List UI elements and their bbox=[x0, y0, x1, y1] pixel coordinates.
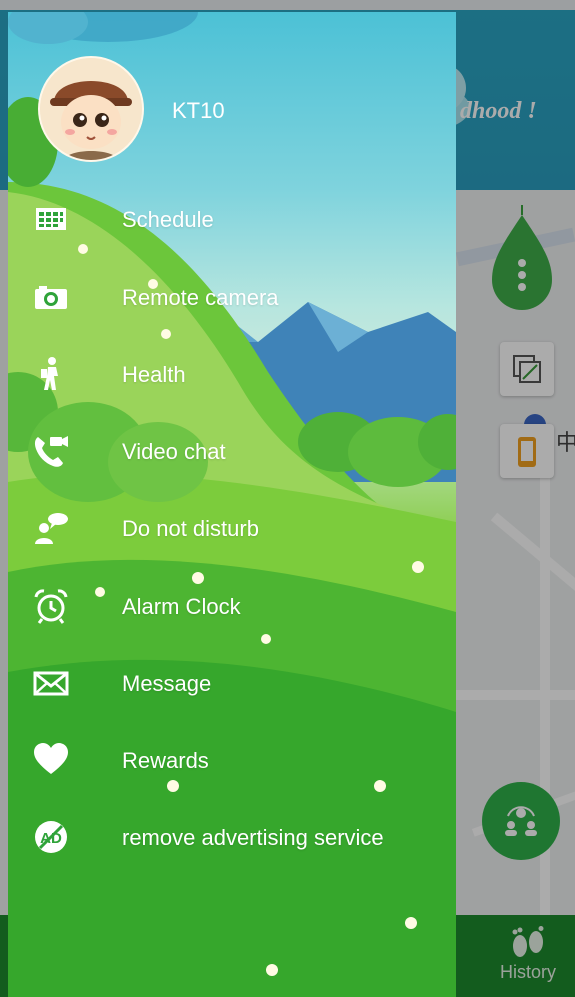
person-bubble-icon bbox=[32, 510, 70, 546]
menu-item-rewards[interactable]: Rewards bbox=[8, 732, 456, 788]
schedule-icon bbox=[32, 201, 70, 237]
menu-label-rewards: Rewards bbox=[122, 748, 209, 773]
menu-item-do-not-disturb[interactable]: Do not disturb bbox=[8, 500, 456, 556]
profile-avatar[interactable] bbox=[38, 56, 144, 162]
screen: dhood ! 中 History KT10 Schedule Remote c… bbox=[0, 0, 575, 997]
menu-label-do-not-disturb: Do not disturb bbox=[122, 516, 259, 541]
boy-avatar-icon bbox=[40, 58, 142, 160]
profile-name: KT10 bbox=[172, 98, 225, 123]
video-call-icon bbox=[32, 433, 70, 469]
walking-person-icon bbox=[32, 356, 70, 392]
menu-label-remove-ads: remove advertising service bbox=[122, 825, 384, 850]
heart-icon bbox=[32, 742, 70, 778]
menu-item-schedule[interactable]: Schedule bbox=[8, 191, 456, 247]
menu-label-remote-camera: Remote camera bbox=[122, 285, 279, 310]
menu-item-message[interactable]: Message bbox=[8, 655, 456, 711]
alarm-clock-icon bbox=[32, 588, 70, 624]
menu-item-remove-ads[interactable]: AD remove advertising service bbox=[8, 809, 456, 865]
menu-item-alarm-clock[interactable]: Alarm Clock bbox=[8, 578, 456, 634]
menu-label-message: Message bbox=[122, 671, 212, 696]
menu-item-health[interactable]: Health bbox=[8, 346, 456, 402]
menu-label-health: Health bbox=[122, 362, 186, 387]
navigation-drawer: KT10 Schedule Remote camera Health Video… bbox=[8, 12, 456, 997]
menu-label-alarm-clock: Alarm Clock bbox=[122, 594, 241, 619]
menu-item-video-chat[interactable]: Video chat bbox=[8, 423, 456, 479]
camera-icon bbox=[32, 279, 70, 315]
envelope-icon bbox=[32, 665, 70, 701]
menu-item-remote-camera[interactable]: Remote camera bbox=[8, 269, 456, 325]
menu-label-schedule: Schedule bbox=[122, 207, 214, 232]
menu-label-video-chat: Video chat bbox=[122, 439, 226, 464]
no-ad-icon: AD bbox=[32, 819, 70, 855]
